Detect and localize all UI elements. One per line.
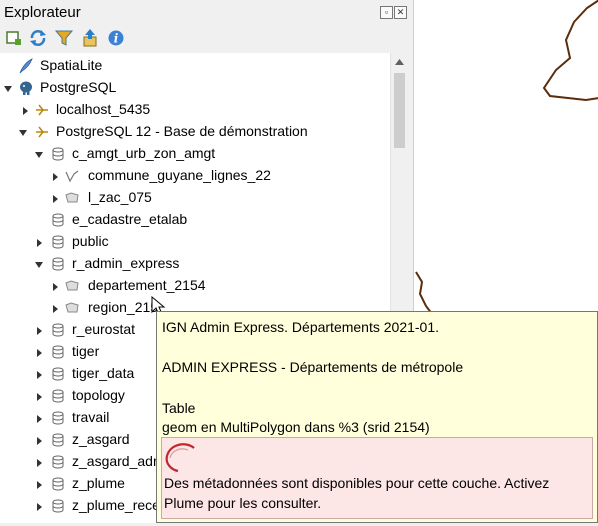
schema-icon (50, 498, 66, 514)
collapse-all-icon[interactable] (80, 28, 100, 48)
schema-icon (50, 410, 66, 426)
tree-item-label: departement_2154 (88, 277, 206, 293)
tree-item-label: l_zac_075 (88, 189, 152, 205)
tree-item-label: SpatiaLite (40, 57, 103, 73)
warning-line: Plume pour les consulter. (164, 495, 322, 511)
tree-item-schema[interactable]: r_admin_express (0, 253, 390, 275)
schema-icon (50, 212, 66, 228)
tooltip-line: ADMIN EXPRESS - Départements de métropol… (162, 359, 464, 375)
schema-icon (50, 432, 66, 448)
tree-item-label: localhost_5435 (56, 101, 151, 117)
warning-line: Des métadonnées sont disponibles pour ce… (164, 475, 550, 491)
tree-item-label: topology (72, 387, 125, 403)
tree-item-label: tiger (72, 343, 100, 359)
tree-item-layer[interactable]: departement_2154 (0, 275, 390, 297)
tooltip-line: Table (162, 400, 196, 416)
tree-item-label: PostgreSQL 12 - Base de démonstration (56, 123, 308, 139)
line-layer-icon (64, 168, 80, 184)
schema-icon (50, 388, 66, 404)
collapsed-arrow-icon[interactable] (50, 192, 60, 204)
tree-item-spatialite[interactable]: SpatiaLite (0, 55, 390, 77)
tree-item-schema[interactable]: c_amgt_urb_zon_amgt (0, 143, 390, 165)
info-icon[interactable]: i (106, 28, 126, 48)
tree-item-label: z_plume (72, 475, 125, 491)
tree-item-label: z_plume_rece (72, 497, 160, 513)
schema-icon (50, 344, 66, 360)
schema-icon (50, 256, 66, 272)
add-layer-icon[interactable] (4, 28, 24, 48)
tree-item-postgresql[interactable]: PostgreSQL (0, 77, 390, 99)
refresh-icon[interactable] (28, 28, 48, 48)
tree-item-label: c_amgt_urb_zon_amgt (72, 145, 216, 161)
collapsed-arrow-icon[interactable] (34, 478, 44, 490)
tree-item-layer[interactable]: commune_guyane_lignes_22 (0, 165, 390, 187)
collapsed-arrow-icon[interactable] (20, 104, 30, 116)
expanded-arrow-icon[interactable] (3, 82, 13, 94)
tooltip-line: IGN Admin Express. Départements 2021-01. (162, 319, 440, 335)
collapsed-arrow-icon[interactable] (34, 368, 44, 380)
expanded-arrow-icon[interactable] (34, 148, 44, 160)
collapsed-arrow-icon[interactable] (34, 236, 44, 248)
collapsed-arrow-icon[interactable] (34, 412, 44, 424)
tree-item-label: r_admin_express (72, 255, 180, 271)
plume-warning-box: Des métadonnées sont disponibles pour ce… (161, 437, 593, 519)
tree-item-label: commune_guyane_lignes_22 (88, 167, 271, 183)
elephant-icon (18, 80, 34, 96)
schema-icon (50, 476, 66, 492)
tree-item-label: r_eurostat (72, 321, 136, 337)
collapsed-arrow-icon[interactable] (34, 324, 44, 336)
tree-item-localhost[interactable]: localhost_5435 (0, 99, 390, 121)
expanded-arrow-icon[interactable] (34, 258, 44, 270)
tree-item-postgresql-12[interactable]: PostgreSQL 12 - Base de démonstration (0, 121, 390, 143)
collapsed-arrow-icon[interactable] (34, 346, 44, 358)
expanded-arrow-icon[interactable] (18, 126, 28, 138)
polygon-layer-icon (64, 278, 80, 294)
schema-icon (50, 454, 66, 470)
tree-item-label: z_asgard_adm (72, 453, 165, 469)
tree-item-label: travail (72, 409, 110, 425)
collapsed-arrow-icon[interactable] (50, 302, 60, 314)
undock-button[interactable]: ▫ (380, 6, 393, 19)
collapsed-arrow-icon[interactable] (50, 280, 60, 292)
tree-item-label: tiger_data (72, 365, 135, 381)
close-panel-button[interactable]: ✕ (394, 6, 407, 19)
tree-item-label: region_215 (88, 299, 159, 315)
schema-icon (50, 322, 66, 338)
scroll-up-icon[interactable] (395, 59, 404, 65)
tree-item-layer[interactable]: l_zac_075 (0, 187, 390, 209)
schema-icon (50, 234, 66, 250)
schema-icon (50, 366, 66, 382)
panel-title: Explorateur (4, 4, 81, 21)
tree-item-label: e_cadastre_etalab (72, 211, 188, 227)
layer-tooltip: IGN Admin Express. Départements 2021-01.… (156, 311, 598, 523)
schema-icon (50, 146, 66, 162)
feather-icon (18, 58, 34, 74)
scrollbar-thumb[interactable] (394, 73, 405, 148)
polygon-layer-icon (64, 300, 80, 316)
filter-icon[interactable] (54, 28, 74, 48)
polygon-layer-icon (64, 190, 80, 206)
collapsed-arrow-icon[interactable] (34, 390, 44, 402)
collapsed-arrow-icon[interactable] (34, 500, 44, 512)
collapsed-arrow-icon[interactable] (34, 456, 44, 468)
collapsed-arrow-icon[interactable] (50, 170, 60, 182)
connection-icon (34, 124, 50, 140)
svg-text:i: i (114, 32, 119, 46)
tree-item-schema[interactable]: e_cadastre_etalab (0, 209, 390, 231)
tree-item-schema[interactable]: public (0, 231, 390, 253)
tooltip-line: geom en MultiPolygon dans %3 (srid 2154) (162, 419, 430, 435)
tree-item-label: z_asgard (72, 431, 130, 447)
connection-icon (34, 102, 50, 118)
tree-item-label: PostgreSQL (40, 79, 117, 95)
collapsed-arrow-icon[interactable] (34, 434, 44, 446)
plume-feather-icon (165, 443, 195, 472)
tree-item-label: public (72, 233, 109, 249)
